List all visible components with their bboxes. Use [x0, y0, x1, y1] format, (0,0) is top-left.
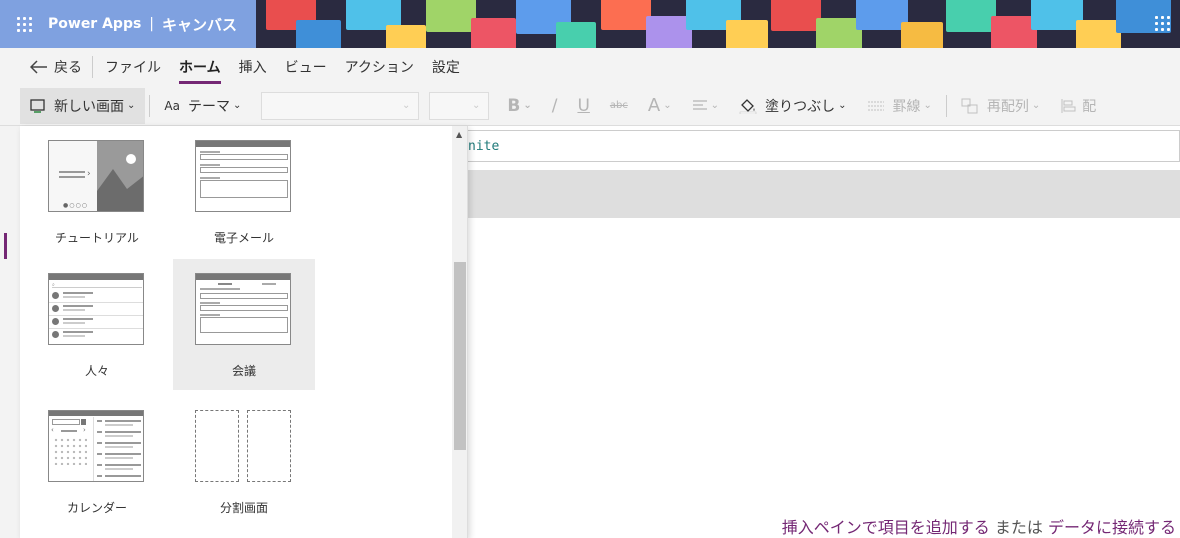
chevron-down-icon: ⌄ [232, 100, 242, 111]
border-label: 罫線 [892, 98, 921, 115]
template-label: カレンダー [66, 501, 127, 515]
text-align-button[interactable]: ⌄ [682, 88, 729, 124]
formula-value: nite [468, 139, 500, 154]
reorder-button[interactable]: 再配列 ⌄ [951, 88, 1050, 124]
template-tutorial[interactable]: › ●○○○ チュートリアル [26, 126, 168, 257]
grid-icon [1155, 16, 1170, 31]
theme-icon: Aa [164, 98, 180, 113]
template-label: 人々 [84, 364, 109, 378]
scroll-up-icon[interactable]: ▲ [456, 130, 462, 139]
menu-file[interactable]: ファイル [105, 53, 161, 81]
text-align-icon [692, 99, 707, 110]
back-arrow-icon [30, 60, 47, 74]
new-screen-icon [30, 98, 45, 113]
menu-action[interactable]: アクション [345, 53, 414, 81]
menu-settings[interactable]: 設定 [432, 53, 460, 81]
canvas-msg-or: または [994, 518, 1043, 537]
menu-insert[interactable]: 挿入 [239, 53, 267, 81]
font-size-dropdown[interactable]: ⌄ [429, 91, 490, 120]
chevron-down-icon: ⌄ [1031, 100, 1041, 111]
new-screen-gallery: › ●○○○ チュートリアル 電子メール ⌕ 人々 会議 ‹ › カレンダー 分… [20, 126, 468, 538]
calendar-thumbnail-icon: ‹ › [48, 410, 144, 482]
menu-view[interactable]: ビュー [285, 53, 327, 81]
reorder-icon [961, 98, 978, 113]
align-button[interactable]: 配 [1050, 88, 1106, 124]
canvas-top-band [467, 170, 1180, 218]
theme-label: テーマ [187, 98, 230, 115]
template-split-screen[interactable]: 分割画面 [173, 396, 315, 527]
chevron-down-icon: ⌄ [663, 100, 672, 111]
template-label: チュートリアル [55, 231, 139, 245]
waffle-icon [16, 16, 32, 32]
gallery-scrollbar[interactable]: ▲ [452, 126, 467, 538]
border-button[interactable]: 罫線 ⌄ [857, 88, 942, 124]
chevron-down-icon: ⌄ [710, 100, 719, 111]
strikethrough-button[interactable]: abc [600, 88, 638, 124]
align-label: 配 [1082, 98, 1097, 115]
font-color-label: A [647, 95, 661, 116]
email-thumbnail-icon [195, 140, 291, 212]
scroll-thumb[interactable] [454, 262, 466, 450]
chevron-down-icon: ⌄ [471, 100, 481, 111]
paint-bucket-icon [739, 98, 757, 114]
split-screen-thumbnail-icon [195, 410, 291, 482]
connect-data-link[interactable]: データに接続する [1048, 518, 1176, 537]
font-color-button[interactable]: A ⌄ [638, 88, 682, 124]
template-meeting[interactable]: 会議 [173, 259, 315, 390]
align-icon [1061, 98, 1076, 113]
tutorial-thumbnail-icon: › ●○○○ [48, 140, 144, 212]
insert-pane-link[interactable]: 挿入ペインで項目を追加する [782, 518, 990, 537]
meeting-thumbnail-icon [195, 273, 291, 345]
chevron-down-icon: ⌄ [838, 100, 847, 111]
formula-bar[interactable]: nite [467, 130, 1180, 162]
header-banner-image [256, 0, 1180, 48]
theme-button[interactable]: Aa テーマ ⌄ [154, 88, 251, 124]
bold-label: B [507, 95, 521, 116]
toolbar-divider [149, 94, 151, 117]
bold-button[interactable]: B ⌄ [497, 88, 541, 124]
new-screen-label: 新しい画面 [54, 98, 124, 115]
chevron-down-icon: ⌄ [401, 100, 411, 111]
chevron-down-icon: ⌄ [523, 100, 532, 111]
menu-bar: 戻る ファイル ホーム 挿入 ビュー アクション 設定 [0, 48, 1180, 86]
italic-label: / [551, 95, 558, 116]
fill-label: 塗りつぶし [764, 98, 836, 115]
toolbar-divider [945, 94, 947, 117]
strike-label: abc [609, 100, 628, 111]
italic-button[interactable]: / [542, 88, 568, 124]
chevron-down-icon: ⌄ [127, 100, 136, 111]
brand-separator: | [149, 16, 155, 32]
template-calendar[interactable]: ‹ › カレンダー [26, 396, 168, 527]
back-button[interactable]: 戻る [30, 57, 82, 77]
people-thumbnail-icon: ⌕ [48, 273, 144, 345]
left-tree-strip [0, 126, 20, 538]
fill-button[interactable]: 塗りつぶし ⌄ [729, 88, 857, 124]
new-screen-button[interactable]: 新しい画面 ⌄ [20, 87, 146, 124]
template-label: 電子メール [213, 231, 274, 245]
border-icon [867, 101, 884, 110]
header-brand-area: Power Apps | キャンバス [0, 0, 256, 48]
app-mode: キャンバス [162, 15, 238, 34]
reorder-label: 再配列 [986, 98, 1029, 115]
font-family-dropdown[interactable]: ⌄ [261, 91, 420, 120]
template-people[interactable]: ⌕ 人々 [26, 259, 168, 390]
menu-home[interactable]: ホーム [179, 53, 221, 84]
template-label: 分割画面 [219, 501, 268, 515]
underline-label: U [577, 95, 590, 116]
underline-button[interactable]: U [567, 88, 599, 124]
app-launcher-button[interactable] [0, 0, 48, 48]
template-label: 会議 [231, 364, 256, 378]
menu-divider [92, 56, 93, 78]
app-header: Power Apps | キャンバス [0, 0, 1180, 48]
template-email[interactable]: 電子メール [173, 126, 315, 257]
ribbon-toolbar: 新しい画面 ⌄ Aa テーマ ⌄ ⌄ ⌄ B ⌄ / U abc A ⌄ ⌄ 塗りつ… [0, 86, 1180, 126]
canvas-empty-message: 挿入ペインで項目を追加する または データに接続する [782, 514, 1176, 538]
app-brand[interactable]: Power Apps [48, 16, 141, 32]
back-label: 戻る [54, 60, 82, 76]
selected-indicator [4, 233, 7, 259]
chevron-down-icon: ⌄ [923, 100, 932, 111]
